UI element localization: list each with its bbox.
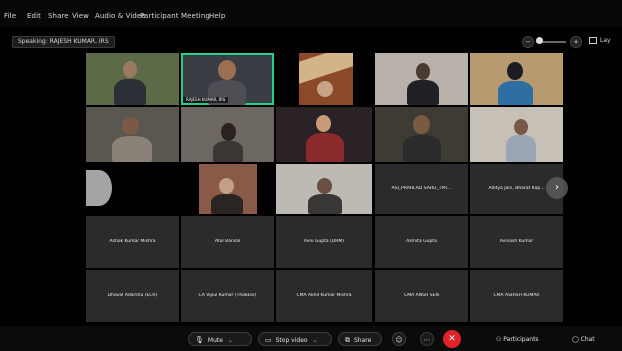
video-tile-4[interactable] — [375, 53, 468, 105]
video-tile-6[interactable] — [86, 107, 179, 162]
participants-button[interactable]: ⚇ Participants — [496, 336, 539, 343]
video-tile-7[interactable] — [181, 107, 274, 162]
speaking-indicator: Speaking: RAJESH KUMAR, IRS — [12, 36, 115, 48]
video-tile-8[interactable] — [276, 107, 372, 162]
participant-tile[interactable]: Avni Gupta (DRM) — [276, 216, 372, 268]
video-tile-13[interactable] — [276, 164, 372, 214]
close-icon: ✕ — [448, 334, 456, 344]
chat-button[interactable]: ◯ Chat — [572, 336, 595, 343]
menu-participant[interactable]: Participant — [140, 12, 179, 20]
menu-bar: File Edit Share View Audio & Video Parti… — [0, 0, 622, 26]
participant-tile[interactable]: Dhaval Adarsha (ECR) — [86, 270, 179, 322]
video-tile-1[interactable] — [86, 53, 179, 105]
participant-tile[interactable]: Avinash Kumar — [470, 216, 563, 268]
participant-tile[interactable]: CA Vipul Kumar (Thakkar) — [181, 270, 274, 322]
meeting-toolbar: 🎙 Mute ⌄ ▭ Stop video ⌄ ⧉ Share ☺ ⋯ ✕ ⚇ Parti… — [0, 326, 622, 351]
participant-tile[interactable]: ASI_PRAHLAD SAHU_TPR... — [375, 164, 468, 214]
avatar-partial — [86, 170, 112, 206]
participant-tile[interactable]: Atul Bansal — [181, 216, 274, 268]
participant-tile[interactable]: CMA Akhil Kumar Mishra — [276, 270, 372, 322]
mute-button[interactable]: 🎙 Mute ⌄ — [188, 332, 252, 346]
participant-caption: RAJESH KUMAR, IRS — [183, 97, 229, 103]
camera-icon: ▭ — [265, 336, 272, 344]
reactions-icon[interactable]: ☺ — [392, 332, 406, 346]
chat-icon: ◯ — [572, 336, 581, 343]
chevron-down-icon[interactable]: ⌄ — [228, 334, 233, 348]
microphone-icon: 🎙 — [195, 336, 204, 344]
menu-help[interactable]: Help — [209, 12, 225, 20]
more-options-icon[interactable]: ⋯ — [420, 332, 434, 346]
menu-view[interactable]: View — [72, 12, 89, 20]
participant-tile[interactable]: CMA ANSH SEN — [375, 270, 468, 322]
video-tile-5[interactable] — [470, 53, 563, 105]
menu-file[interactable]: File — [4, 12, 16, 20]
next-page-chevron-icon[interactable]: › — [546, 177, 568, 199]
zoom-thumb[interactable] — [536, 37, 543, 44]
end-call-button[interactable]: ✕ — [443, 330, 461, 348]
menu-edit[interactable]: Edit — [27, 12, 41, 20]
layout-icon — [589, 37, 597, 44]
zoom-out-icon[interactable]: − — [522, 36, 534, 48]
menu-audio-video[interactable]: Audio & Video — [95, 12, 146, 20]
video-tile-10[interactable] — [470, 107, 563, 162]
video-tile-active-speaker[interactable]: RAJESH KUMAR, IRS — [181, 53, 274, 105]
share-button[interactable]: ⧉ Share — [338, 332, 382, 346]
zoom-in-icon[interactable]: + — [570, 36, 582, 48]
participant-tile[interactable]: CMA ASHISH KUMAR — [470, 270, 563, 322]
menu-meeting[interactable]: Meeting — [181, 12, 210, 20]
participant-tile[interactable]: Asmita Gupta — [375, 216, 468, 268]
video-tile-12[interactable] — [199, 164, 257, 214]
share-screen-icon: ⧉ — [345, 336, 350, 344]
stop-video-button[interactable]: ▭ Stop video ⌄ — [258, 332, 332, 346]
chevron-down-icon[interactable]: ⌄ — [313, 334, 318, 348]
video-tile-9[interactable] — [375, 107, 468, 162]
participant-tile[interactable]: Ashok Kumar Mishra — [86, 216, 179, 268]
menu-share[interactable]: Share — [48, 12, 69, 20]
layout-button[interactable]: Lay — [589, 36, 611, 46]
video-tile-3[interactable] — [299, 53, 353, 105]
zoom-slider[interactable]: − + — [522, 36, 584, 48]
